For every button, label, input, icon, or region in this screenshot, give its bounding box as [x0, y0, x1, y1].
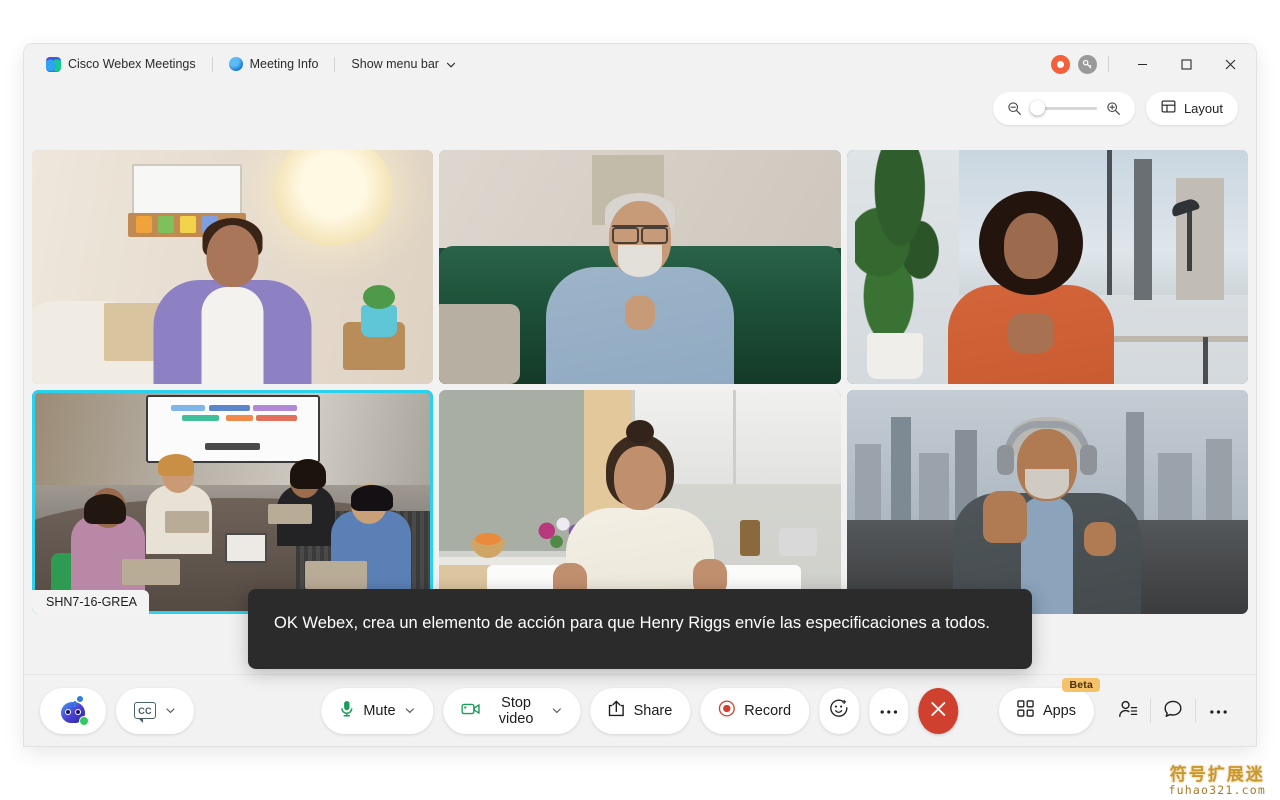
- apps-label: Apps: [1042, 702, 1076, 719]
- chevron-down-icon[interactable]: [552, 705, 563, 716]
- close-icon[interactable]: [1208, 44, 1252, 84]
- end-meeting-icon: [931, 701, 947, 720]
- title-divider-2: [334, 56, 336, 72]
- minimize-icon[interactable]: [1120, 44, 1164, 84]
- video-feed-bedroom-purple-shirt: [32, 150, 434, 384]
- app-title: Cisco Webex Meetings: [36, 53, 206, 76]
- participants-icon: [1118, 699, 1138, 722]
- participants-button[interactable]: [1106, 689, 1150, 733]
- meeting-info-label: Meeting Info: [249, 57, 319, 71]
- more-options-icon: [879, 703, 898, 719]
- chevron-down-icon: [446, 60, 456, 69]
- shield-info-icon: [228, 57, 243, 71]
- zoom-slider-handle[interactable]: [1029, 100, 1045, 116]
- app-title-label: Cisco Webex Meetings: [68, 57, 196, 71]
- webex-ai-assistant-icon: [58, 695, 89, 726]
- watermark-en: fuhao321.com: [1168, 782, 1266, 797]
- apps-grid-icon: [1017, 700, 1034, 721]
- webex-logo-icon: [46, 56, 61, 72]
- title-bar-right: [1051, 44, 1256, 84]
- maximize-icon[interactable]: [1164, 44, 1208, 84]
- webex-meetings-window: Cisco Webex Meetings Meeting Info Show m…: [24, 44, 1256, 746]
- more-options-button[interactable]: [868, 687, 909, 734]
- webex-ai-assistant-button[interactable]: [40, 687, 106, 734]
- video-feed-skyline-headphones: [846, 390, 1248, 614]
- layout-button[interactable]: Layout: [1145, 91, 1238, 125]
- participant-tile-6[interactable]: [846, 390, 1248, 614]
- grid-layout-icon: [1161, 99, 1176, 117]
- title-bar: Cisco Webex Meetings Meeting Info Show m…: [24, 44, 1256, 84]
- camera-icon: [461, 702, 481, 720]
- microphone-icon: [339, 700, 354, 721]
- zoom-out-icon[interactable]: [1007, 101, 1022, 116]
- view-toolbar: Layout: [24, 84, 1256, 132]
- zoom-in-icon[interactable]: [1106, 101, 1121, 116]
- end-meeting-button[interactable]: [918, 687, 959, 734]
- titlebar-divider: [1108, 56, 1109, 72]
- beta-badge: Beta: [1062, 677, 1100, 692]
- video-feed-conference-room: [35, 393, 431, 611]
- zoom-control[interactable]: [992, 91, 1135, 125]
- video-feed-office-orange-top: [846, 150, 1248, 384]
- chevron-down-icon[interactable]: [405, 705, 416, 716]
- chevron-down-icon[interactable]: [165, 705, 176, 716]
- show-menu-bar-label: Show menu bar: [351, 57, 439, 71]
- share-upload-icon: [609, 700, 625, 721]
- chat-bubble-icon: [1163, 699, 1183, 722]
- video-feed-kitchen-cream-blouse: [439, 390, 841, 614]
- participant-tile-1[interactable]: [32, 150, 434, 384]
- participant-grid: SHN7-16-GREA: [32, 150, 1248, 614]
- chat-button[interactable]: [1151, 689, 1195, 733]
- key-icon[interactable]: [1078, 54, 1097, 74]
- layout-label: Layout: [1183, 100, 1223, 116]
- video-feed-green-couch-glasses: [439, 150, 841, 384]
- mute-label: Mute: [363, 702, 396, 719]
- more-options-icon: [1209, 703, 1228, 718]
- participant-tile-5[interactable]: [439, 390, 841, 614]
- watermark: 符号扩展迷 fuhao321.com: [1169, 766, 1266, 796]
- participant-nameplate: SHN7-16-GREA: [32, 590, 149, 614]
- share-label: Share: [633, 702, 673, 719]
- control-bar-center: Mute Stop video Share Record: [321, 687, 959, 734]
- participant-tile-4-active-speaker[interactable]: SHN7-16-GREA: [32, 390, 434, 614]
- watermark-cn: 符号扩展迷: [1169, 765, 1265, 785]
- stop-video-label: Stop video: [498, 694, 534, 727]
- control-bar-left: CC: [40, 687, 194, 734]
- more-panels-button[interactable]: [1196, 689, 1240, 733]
- participant-tile-2[interactable]: [439, 150, 841, 384]
- mute-button[interactable]: Mute: [321, 687, 434, 734]
- participant-tile-3[interactable]: [846, 150, 1248, 384]
- title-bar-left: Cisco Webex Meetings Meeting Info Show m…: [24, 53, 465, 76]
- live-caption-overlay: OK Webex, crea un elemento de acción par…: [248, 589, 1032, 669]
- record-label: Record: [744, 702, 792, 719]
- closed-captions-button[interactable]: CC: [116, 687, 194, 734]
- show-menu-bar-button[interactable]: Show menu bar: [341, 53, 465, 75]
- share-button[interactable]: Share: [590, 687, 691, 734]
- panel-buttons-group: [1106, 689, 1240, 733]
- title-divider: [211, 56, 213, 72]
- recording-dot-icon[interactable]: [1051, 54, 1070, 74]
- zoom-slider[interactable]: [1029, 100, 1097, 116]
- stop-video-button[interactable]: Stop video: [443, 687, 581, 734]
- reactions-smiley-icon: [829, 699, 848, 722]
- reactions-button[interactable]: [819, 687, 859, 734]
- meeting-info-button[interactable]: Meeting Info: [219, 53, 329, 75]
- closed-captions-icon: CC: [134, 702, 156, 723]
- apps-button[interactable]: Apps: [998, 687, 1094, 734]
- record-icon: [718, 700, 735, 721]
- meeting-control-bar: CC Mute Stop video Share Record Apps Bet…: [24, 674, 1256, 746]
- control-bar-right: Apps Beta: [998, 677, 1240, 734]
- record-button[interactable]: Record: [700, 687, 810, 734]
